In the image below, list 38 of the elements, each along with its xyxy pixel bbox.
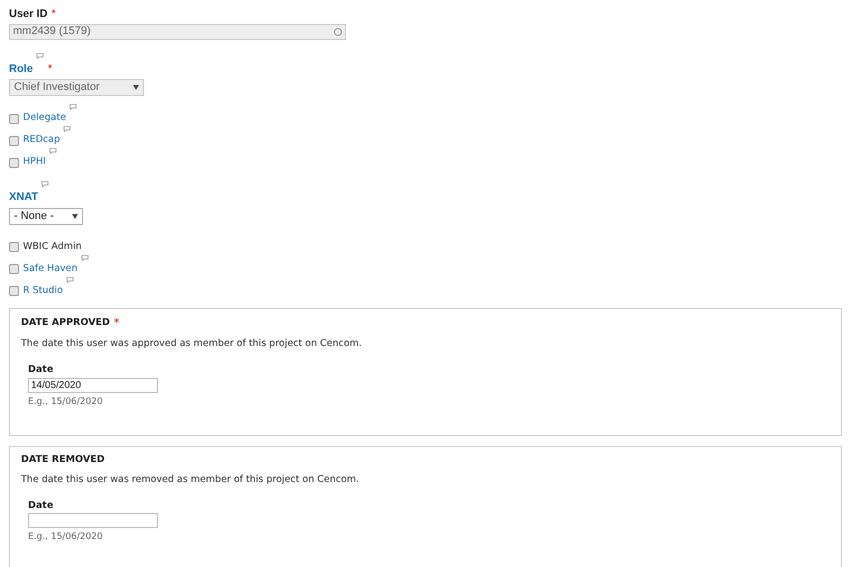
field-label: User ID bbox=[9, 7, 48, 22]
example-hint: E.g., 15/06/2020 bbox=[28, 531, 104, 544]
help-icon[interactable] bbox=[80, 254, 89, 260]
required-mark: * bbox=[48, 62, 52, 76]
required-mark: * bbox=[52, 7, 56, 22]
date-field[interactable]: 14/05/2020 bbox=[28, 378, 158, 392]
date-field[interactable] bbox=[28, 513, 158, 528]
field-label: Role bbox=[9, 62, 33, 76]
date-label: Date bbox=[28, 363, 54, 378]
checkbox[interactable] bbox=[9, 286, 19, 296]
help-icon[interactable] bbox=[63, 126, 71, 132]
checkbox[interactable] bbox=[9, 264, 19, 274]
checkbox[interactable] bbox=[9, 136, 19, 146]
date-label: Date bbox=[28, 499, 54, 513]
example-hint: E.g., 15/06/2020 bbox=[28, 396, 104, 408]
help-icon[interactable] bbox=[69, 104, 78, 110]
checkbox-label-link[interactable]: HPHI bbox=[23, 155, 46, 170]
checkbox[interactable] bbox=[9, 242, 19, 252]
help-icon[interactable] bbox=[66, 276, 74, 282]
required-mark: * bbox=[114, 314, 120, 330]
throbber-icon bbox=[334, 28, 342, 36]
description: The date this user was removed as member of this project on Cencom. bbox=[21, 472, 360, 487]
help-icon[interactable] bbox=[41, 181, 50, 187]
description: The date this user was approved as member of this project on Cencom. bbox=[21, 337, 363, 351]
fieldset-legend: DATE REMOVED bbox=[21, 452, 105, 467]
checkbox-label-link[interactable]: Delegate bbox=[23, 111, 66, 126]
checkbox-label-link[interactable]: R Studio bbox=[23, 284, 63, 298]
checkbox-label: WBIC Admin bbox=[23, 240, 82, 254]
dropdown[interactable]: - None - bbox=[9, 208, 83, 224]
checkbox-label-link[interactable]: Safe Haven bbox=[23, 262, 78, 276]
caret-icon bbox=[133, 85, 139, 90]
fieldset-legend: DATE APPROVED bbox=[21, 316, 110, 330]
checkbox-label-link[interactable]: REDcap bbox=[23, 133, 60, 148]
field-label[interactable]: XNAT bbox=[9, 189, 38, 206]
checkbox[interactable] bbox=[9, 114, 19, 124]
checkbox[interactable] bbox=[9, 158, 19, 168]
help-icon[interactable] bbox=[48, 148, 57, 154]
caret-icon bbox=[72, 214, 78, 218]
